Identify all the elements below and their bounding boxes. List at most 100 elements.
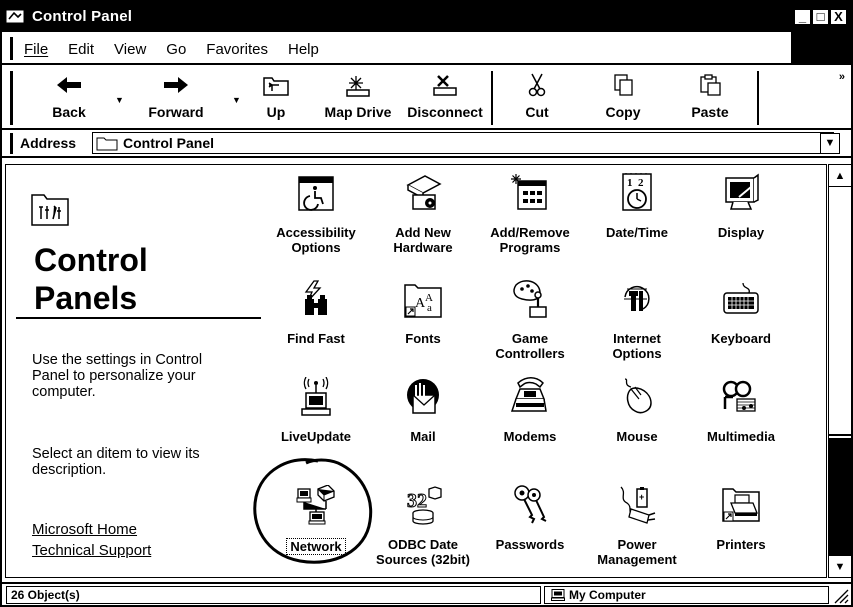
item-label: Modems — [503, 429, 557, 444]
item-label: Printers — [716, 537, 766, 552]
address-dropdown-button[interactable]: ▼ — [820, 133, 840, 154]
forward-dropdown-icon[interactable]: ▼ — [232, 95, 241, 105]
maximize-button[interactable]: □ — [812, 9, 829, 25]
toolbar-more-button[interactable]: » — [839, 71, 845, 83]
item-label: Hardware — [393, 240, 453, 255]
address-input[interactable]: Control Panel — [92, 132, 834, 154]
copy-icon — [614, 74, 633, 96]
item-label: Multimedia — [707, 429, 775, 444]
copy-label: Copy — [605, 104, 641, 120]
zone-label: My Computer — [569, 588, 646, 602]
svg-text:a: a — [427, 302, 432, 314]
up-button[interactable]: Up — [254, 69, 298, 127]
vertical-scrollbar[interactable]: ▲ ▼ — [828, 164, 851, 578]
disconnect-button[interactable]: Disconnect — [402, 69, 488, 127]
menu-grip[interactable] — [10, 37, 13, 60]
display-icon — [725, 173, 759, 210]
back-dropdown-icon[interactable]: ▼ — [115, 95, 124, 105]
paste-button[interactable]: Paste — [682, 69, 738, 127]
menu-favorites[interactable]: Favorites — [206, 41, 268, 58]
liveupdate-icon — [301, 377, 331, 416]
item-label: Sources (32bit) — [376, 552, 470, 567]
selection-hint: Select an ditem to view its description. — [32, 446, 200, 478]
menu-file[interactable]: File — [24, 41, 48, 58]
map-drive-button[interactable]: Map Drive — [314, 69, 402, 127]
item-label: Display — [717, 225, 765, 240]
odbc-icon: 32 — [407, 486, 442, 525]
title-bar[interactable]: Control Panel _ □ X — [2, 2, 851, 32]
resize-grip-icon[interactable] — [831, 586, 849, 604]
menu-view[interactable]: View — [114, 41, 146, 58]
selection-circle-annotation — [253, 458, 373, 564]
page-title-line1: Control — [34, 242, 148, 278]
item-label: Programs — [499, 240, 561, 255]
description-text: Use the settings in Control Panel to per… — [32, 352, 203, 400]
disconnect-icon — [433, 75, 457, 96]
scroll-thumb[interactable] — [829, 188, 851, 436]
map-drive-label: Map Drive — [324, 104, 392, 120]
item-label: Options — [291, 240, 341, 255]
item-label: Fonts — [405, 331, 441, 346]
forward-label: Forward — [148, 104, 204, 120]
printers-icon — [722, 488, 760, 522]
info-pane: Control Panels Use the settings in Contr… — [6, 165, 261, 577]
item-label: LiveUpdate — [280, 429, 352, 444]
power-management-icon: + — [620, 486, 656, 524]
close-button[interactable]: X — [830, 9, 847, 25]
fonts-icon: A A a — [404, 284, 442, 318]
item-label: Passwords — [495, 537, 565, 552]
paste-label: Paste — [691, 104, 729, 120]
technical-support-link[interactable]: Technical Support — [32, 542, 151, 559]
item-label: Internet — [613, 331, 661, 346]
my-computer-icon — [551, 589, 565, 601]
scroll-up-button[interactable]: ▲ — [829, 165, 851, 187]
item-label: Management — [597, 552, 677, 567]
game-controllers-icon — [513, 280, 547, 318]
menu-edit[interactable]: Edit — [68, 41, 94, 58]
title-divider — [16, 317, 261, 319]
address-bar: Address Control Panel ▼ — [2, 130, 851, 158]
toolbar-separator — [491, 71, 493, 125]
modem-icon — [510, 377, 547, 412]
copy-button[interactable]: Copy — [595, 69, 651, 127]
mail-icon — [407, 379, 439, 414]
microsoft-home-link[interactable]: Microsoft Home — [32, 521, 137, 538]
toolbar-separator-end — [757, 71, 759, 125]
internet-options-icon — [624, 285, 650, 311]
scroll-down-button[interactable]: ▼ — [829, 555, 851, 577]
item-label: Options — [612, 346, 662, 361]
menu-go[interactable]: Go — [166, 41, 186, 58]
address-label: Address — [20, 135, 77, 151]
up-label: Up — [266, 104, 286, 120]
accessibility-icon — [298, 176, 334, 211]
paste-icon — [700, 74, 721, 96]
date-time-icon: 1 2 — [622, 173, 652, 211]
forward-button[interactable]: Forward — [136, 69, 216, 127]
cut-button[interactable]: Cut — [509, 69, 565, 127]
item-label: Mail — [410, 429, 436, 444]
map-drive-icon — [346, 76, 370, 97]
menu-help[interactable]: Help — [288, 41, 319, 58]
content-pane: Control Panels Use the settings in Contr… — [5, 164, 827, 578]
object-count: 26 Object(s) — [6, 586, 541, 604]
add-remove-programs-icon — [511, 174, 547, 210]
item-label: Find Fast — [287, 331, 345, 346]
address-grip[interactable] — [10, 133, 13, 154]
multimedia-icon — [722, 380, 756, 412]
scroll-track[interactable] — [829, 438, 851, 555]
cut-label: Cut — [525, 104, 549, 120]
status-bar: 26 Object(s) My Computer — [2, 582, 851, 605]
mouse-icon — [624, 378, 652, 414]
minimize-button[interactable]: _ — [794, 9, 811, 25]
svg-text:1: 1 — [627, 177, 633, 189]
back-button[interactable]: Back — [34, 69, 104, 127]
toolbar: Back ▼ Forward ▼ Up Map Drive Disconnect… — [2, 67, 851, 130]
disconnect-label: Disconnect — [407, 104, 483, 120]
find-fast-icon — [304, 280, 327, 315]
control-panel-window: Control Panel _ □ X File Edit View Go Fa… — [0, 0, 853, 607]
svg-text:+: + — [639, 492, 644, 502]
menu-bar: File Edit View Go Favorites Help — [2, 32, 851, 65]
window-title: Control Panel — [32, 8, 133, 25]
toolbar-grip[interactable] — [10, 71, 13, 125]
item-label: Date/Time — [606, 225, 668, 240]
